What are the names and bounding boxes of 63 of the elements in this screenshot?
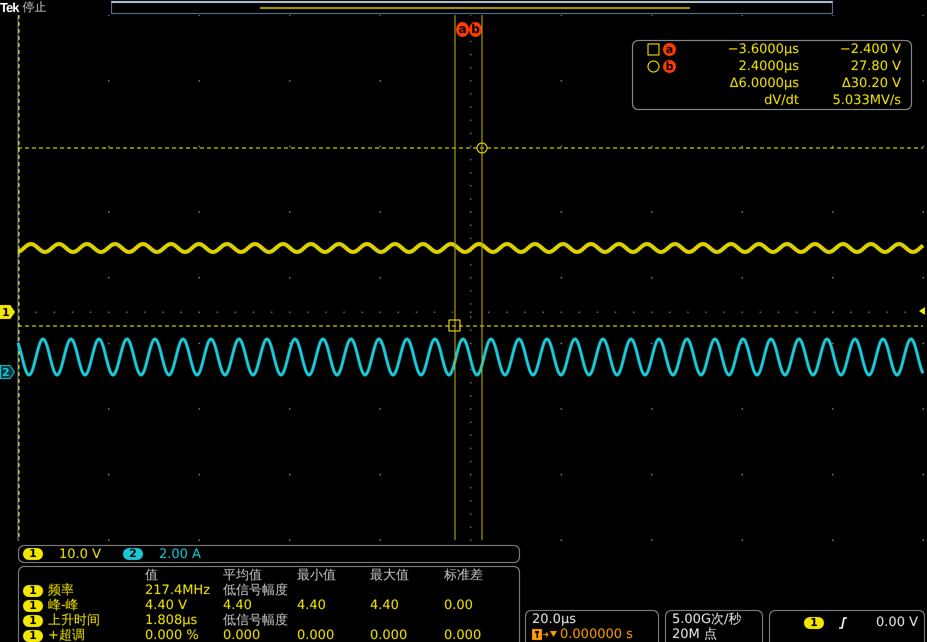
cursor-value: 27.80 V [850, 58, 901, 75]
record-length: 20M 点 [672, 627, 718, 642]
table-cell-text: 0.000 % [145, 628, 200, 642]
ground-marker[interactable]: 1 [0, 305, 15, 319]
cursor-label: b [469, 22, 482, 37]
timebase-scale: 20.0µs [532, 612, 577, 627]
table-cell-text: 0.000 [444, 628, 482, 642]
sample-rate: 5.00G次/秒 [672, 612, 742, 627]
rising-edge-icon [838, 616, 848, 628]
table-cell-text: 4.40 [297, 598, 327, 613]
column-header: 最小值 [297, 568, 337, 583]
table-cell-text: 0.000 [223, 628, 262, 642]
cursor-label: a [663, 43, 676, 56]
table-cell-text: 1.808µs [145, 613, 198, 628]
table-cell-text: 4.40 [223, 598, 253, 613]
table-cell-text: 0.000 [370, 628, 408, 642]
channel-badge: 1 [23, 600, 43, 612]
brand-logo: Tek [0, 0, 18, 15]
channel-badge: 1 [804, 616, 824, 628]
table-cell-text: 0.00 [444, 598, 474, 613]
column-header: 标准差 [444, 568, 484, 583]
cursor-label: b [663, 60, 676, 73]
measurement-name: 频率 [48, 583, 74, 598]
table-cell-text: 4.40 [370, 598, 400, 613]
table-cell-text: 0.000 [297, 628, 336, 642]
cursor-value: 5.033MV/s [832, 92, 901, 109]
circle-icon [647, 60, 660, 73]
cursor-label: a [456, 22, 469, 37]
measurement-name: +超调 [48, 628, 85, 642]
channel-badge: 1 [23, 584, 43, 596]
cursor-time: dV/dt [763, 92, 800, 109]
cursor-time: Δ6.0000µs [728, 75, 800, 92]
timebase-panel[interactable]: 20.0µs 0.000000 s [525, 610, 659, 642]
table-cell-text: 4.40 V [145, 598, 188, 613]
measurement-name: 峰-峰 [48, 598, 79, 613]
cursor-value: Δ30.20 V [840, 75, 901, 92]
cursor-value: −2.400 V [838, 41, 901, 58]
trigger-level-icon [919, 307, 925, 315]
trigger-panel[interactable]: 1 0.00 V [769, 610, 925, 642]
acquisition-panel[interactable]: 5.00G次/秒 20M 点 [665, 610, 763, 642]
status-note: 低信号幅度 [223, 583, 289, 598]
channel-scale: 10.0 V [59, 546, 101, 562]
trigger-level: 0.00 V [876, 615, 918, 630]
channel-scale: 2.00 A [158, 546, 201, 562]
run-status: 停止 [22, 0, 46, 15]
channel-badge[interactable]: 1 [23, 548, 43, 560]
trigger-position-icon [532, 629, 558, 640]
channel-badge[interactable]: 2 [122, 548, 143, 560]
table-cell-text: 217.4MHz [145, 583, 212, 598]
ground-marker[interactable]: 2 [0, 365, 15, 379]
column-header: 值 [145, 568, 159, 583]
column-header: 最大值 [370, 568, 410, 583]
status-note: 低信号幅度 [223, 613, 289, 628]
cursor-time: 2.4000µs [737, 58, 800, 75]
trigger-position: 0.000000 s [560, 627, 633, 642]
square-icon [647, 43, 660, 56]
cursor-time: −3.6000µs [726, 41, 800, 58]
channel-badge: 1 [23, 614, 43, 626]
cursor-circle-icon [476, 142, 488, 154]
channel-badge: 1 [23, 630, 43, 642]
measurement-name: 上升时间 [48, 613, 100, 628]
column-header: 平均值 [223, 568, 263, 583]
cursor-square-icon [448, 320, 460, 332]
